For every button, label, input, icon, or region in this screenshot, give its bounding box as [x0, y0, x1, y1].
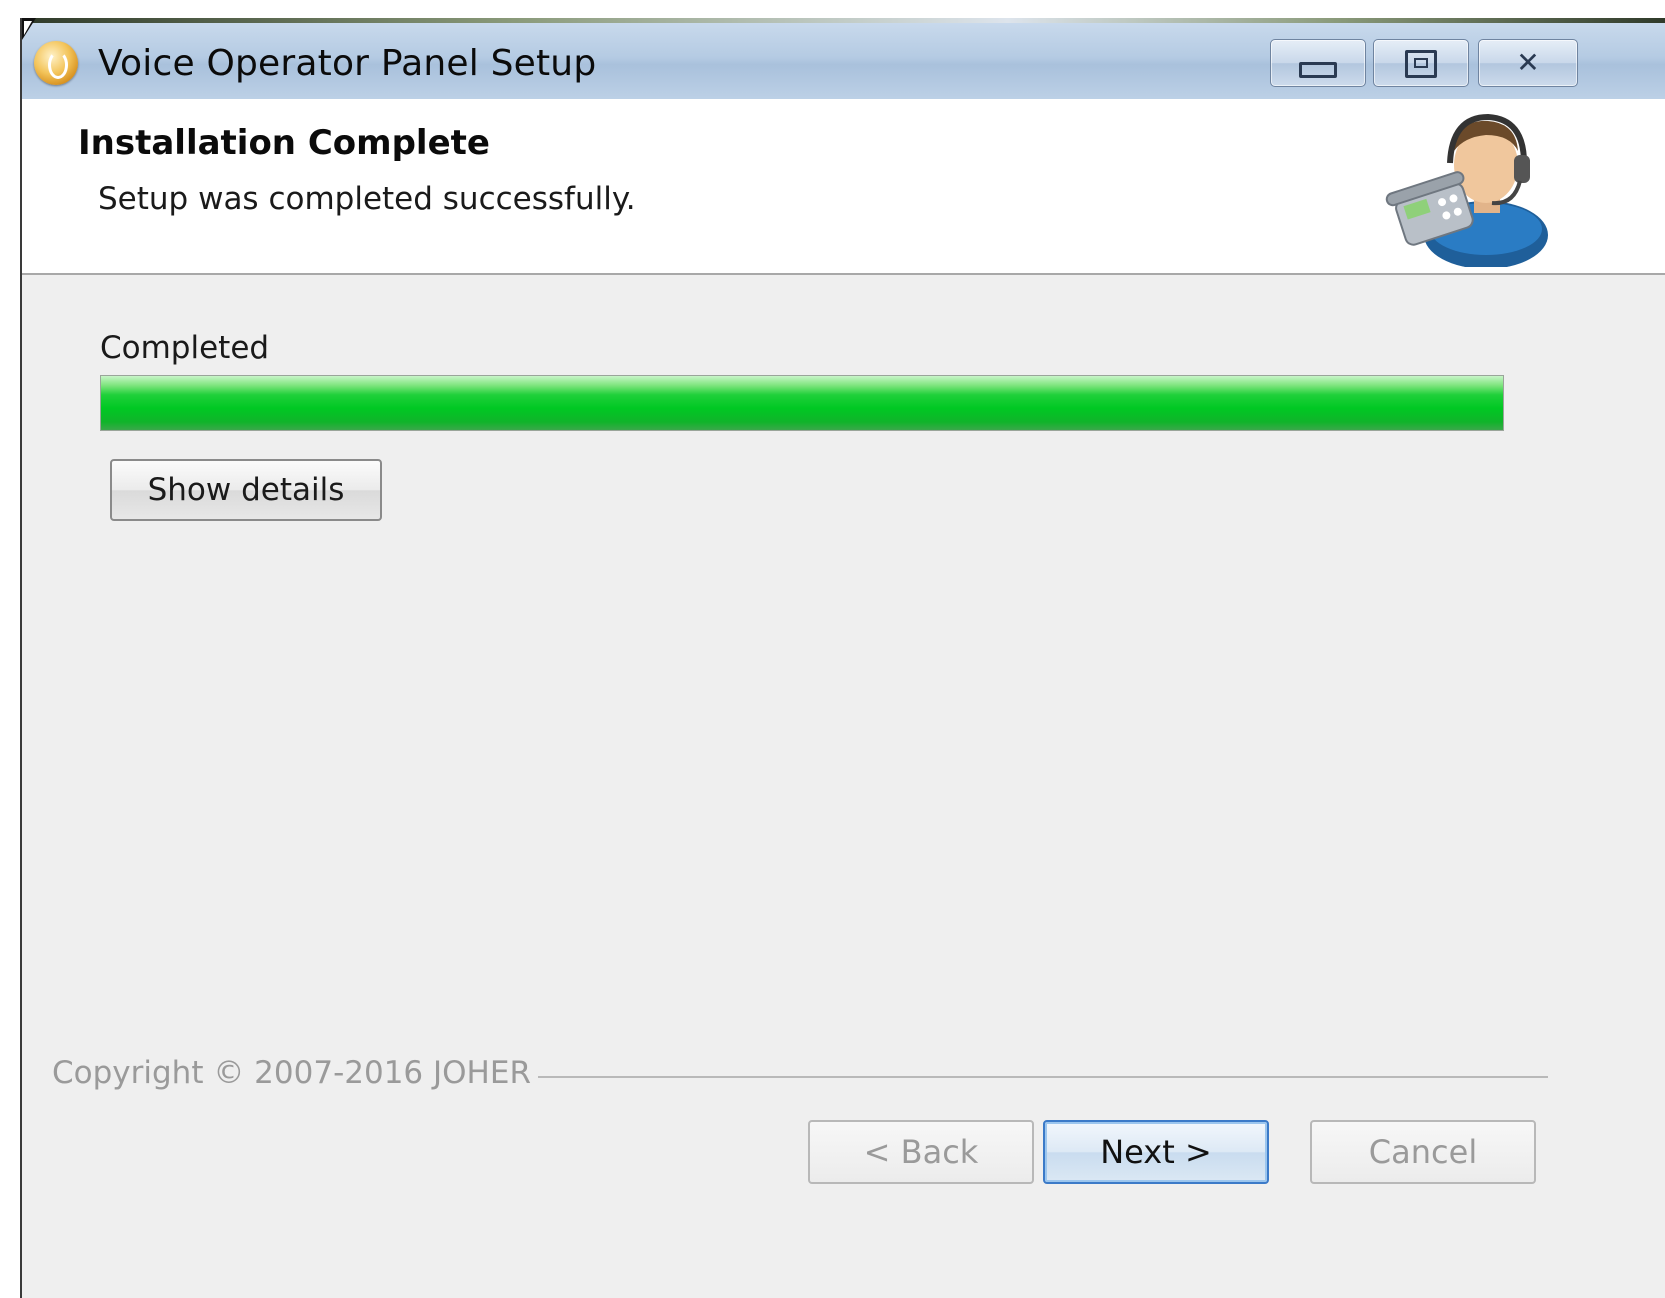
close-icon: ✕	[1516, 46, 1540, 79]
progress-bar-fill	[101, 376, 1503, 430]
operator-headset-icon	[1385, 113, 1548, 267]
maximize-button[interactable]	[1373, 39, 1469, 87]
close-button[interactable]: ✕	[1478, 39, 1578, 87]
back-button[interactable]: < Back	[808, 1120, 1034, 1184]
cancel-button[interactable]: Cancel	[1310, 1120, 1536, 1184]
show-details-button[interactable]: Show details	[110, 459, 382, 521]
app-icon	[34, 41, 78, 85]
minimize-button[interactable]	[1270, 39, 1366, 87]
minimize-icon	[1299, 62, 1337, 78]
page-subtitle: Setup was completed successfully.	[98, 181, 636, 217]
page-title: Installation Complete	[78, 123, 490, 163]
progress-status-label: Completed	[100, 330, 270, 366]
window-title: Voice Operator Panel Setup	[98, 43, 597, 84]
title-bar[interactable]: Voice Operator Panel Setup ✕	[22, 23, 1665, 99]
copyright-text: Copyright © 2007-2016 JOHER	[52, 1055, 531, 1091]
setup-window: Voice Operator Panel Setup ✕ Installatio…	[20, 18, 1665, 1298]
mouse-cursor-icon	[22, 18, 36, 40]
maximize-icon	[1405, 50, 1437, 78]
progress-bar	[100, 375, 1504, 431]
footer-divider	[538, 1076, 1548, 1078]
wizard-header: Installation Complete Setup was complete…	[22, 99, 1665, 275]
next-button[interactable]: Next >	[1043, 1120, 1269, 1184]
